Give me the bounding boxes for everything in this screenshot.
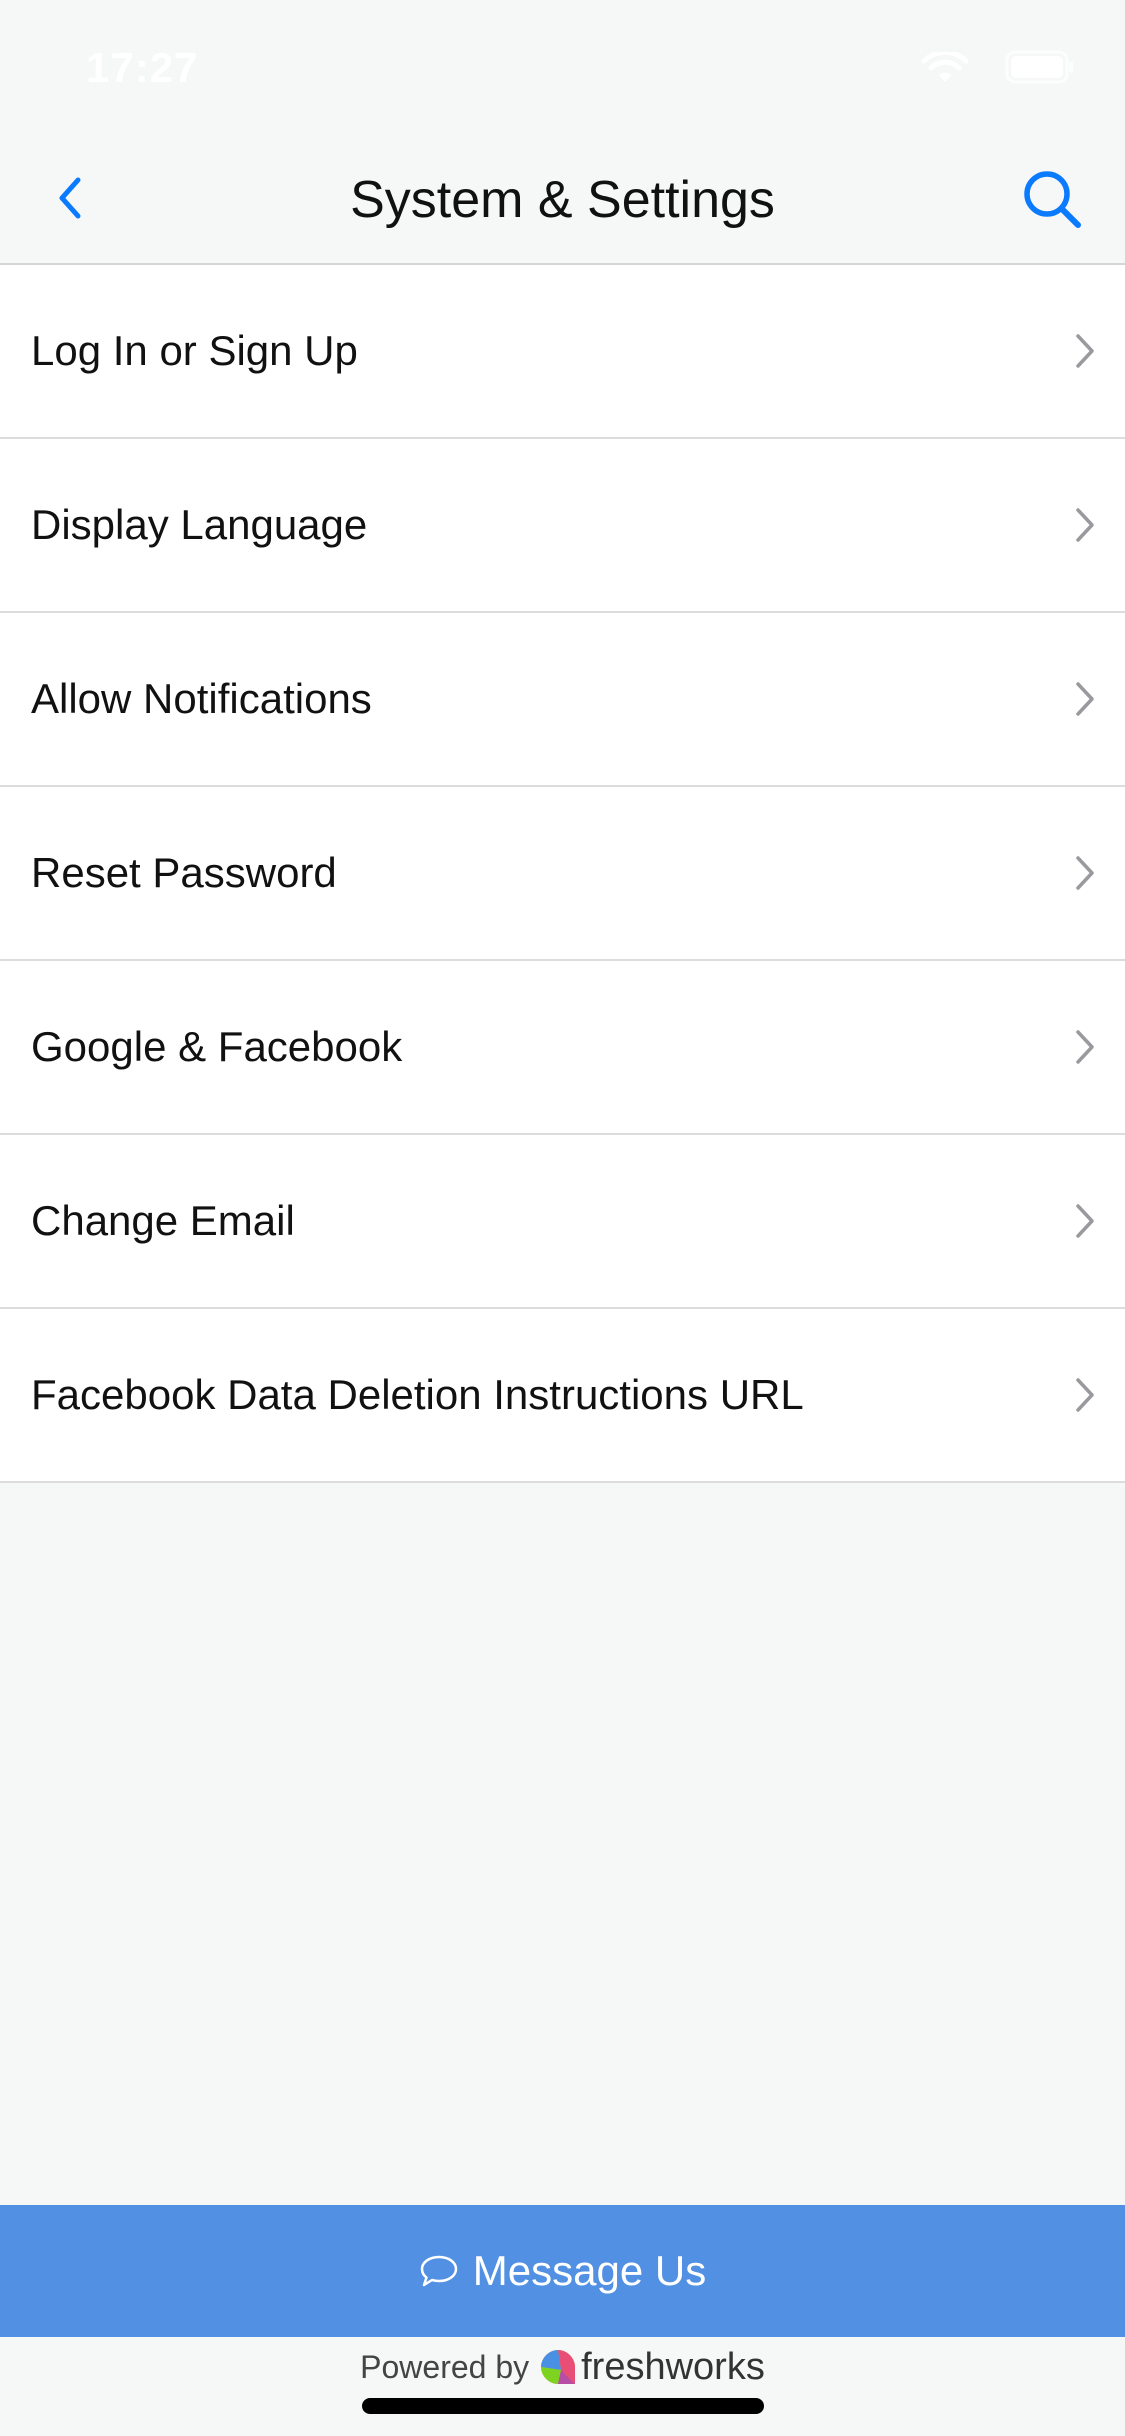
chevron-right-icon: [1076, 856, 1094, 890]
settings-item-label: Allow Notifications: [31, 675, 372, 722]
status-time: 17:27: [86, 44, 199, 91]
status-bar: 17:27: [0, 0, 1125, 130]
settings-item-allow-notifications[interactable]: Allow Notifications: [0, 613, 1125, 787]
settings-screen: 17:27 System & Settings Log In or Sign U…: [0, 0, 1125, 2436]
settings-item-label: Facebook Data Deletion Instructions URL: [31, 1371, 804, 1418]
settings-item-login-signup[interactable]: Log In or Sign Up: [0, 265, 1125, 439]
settings-item-label: Reset Password: [31, 849, 337, 896]
search-icon: [1024, 171, 1081, 228]
chevron-right-icon: [1076, 508, 1094, 542]
powered-by-text: Powered by: [360, 2348, 530, 2385]
wifi-icon: [921, 52, 969, 82]
settings-item-label: Google & Facebook: [31, 1023, 403, 1070]
settings-item-label: Change Email: [31, 1197, 295, 1244]
settings-item-facebook-data-deletion[interactable]: Facebook Data Deletion Instructions URL: [0, 1309, 1125, 1483]
settings-item-google-facebook[interactable]: Google & Facebook: [0, 961, 1125, 1135]
search-button[interactable]: [1007, 154, 1097, 244]
settings-item-display-language[interactable]: Display Language: [0, 439, 1125, 613]
settings-item-change-email[interactable]: Change Email: [0, 1135, 1125, 1309]
powered-by-footer: Powered by freshworks: [0, 2337, 1125, 2397]
navigation-bar: System & Settings: [0, 130, 1125, 265]
message-us-label: Message Us: [472, 2247, 707, 2294]
chevron-right-icon: [1076, 682, 1094, 716]
home-indicator: [362, 2398, 764, 2414]
chevron-right-icon: [1076, 1030, 1094, 1064]
settings-item-label: Log In or Sign Up: [31, 327, 358, 374]
chevron-right-icon: [1076, 1378, 1094, 1412]
battery-icon: [1005, 50, 1073, 84]
settings-item-reset-password[interactable]: Reset Password: [0, 787, 1125, 961]
freshworks-logo-icon: [541, 2350, 576, 2384]
settings-item-label: Display Language: [31, 501, 368, 548]
freshworks-brand-text: freshworks: [581, 2345, 765, 2388]
settings-list: Log In or Sign Up Display Language Allow…: [0, 265, 1125, 1483]
page-title: System & Settings: [350, 171, 775, 229]
message-us-button[interactable]: Message Us: [0, 2205, 1125, 2337]
chat-bubble-icon: [420, 2255, 458, 2287]
chevron-right-icon: [1076, 1204, 1094, 1238]
chevron-right-icon: [1076, 334, 1094, 368]
